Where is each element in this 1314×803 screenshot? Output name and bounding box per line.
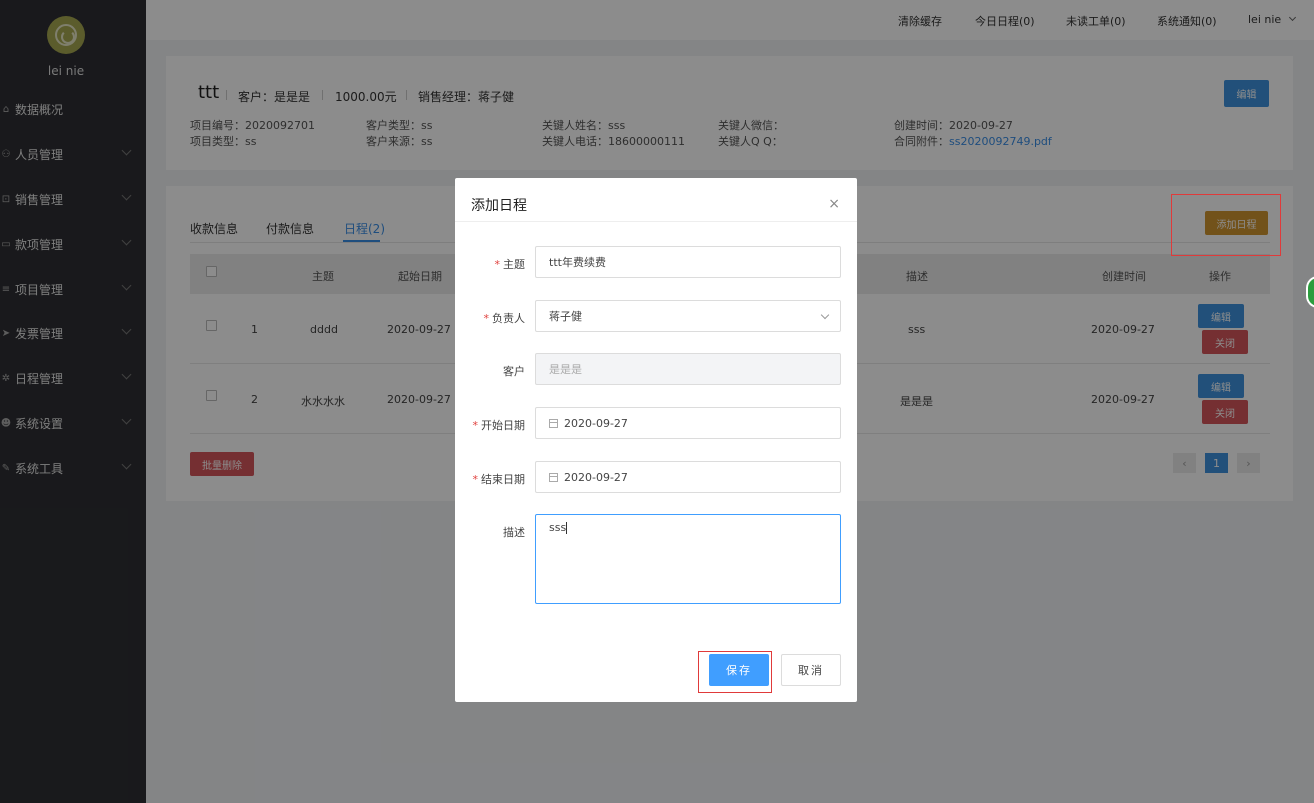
text-cursor [566, 522, 568, 534]
close-icon[interactable]: × [828, 196, 840, 212]
start-date-label-text: 开始日期 [481, 419, 525, 432]
calendar-icon [549, 418, 558, 428]
end-date-value: 2020-09-27 [564, 470, 628, 484]
customer-field: 是是是 [535, 353, 841, 385]
highlight-add-schedule [1171, 194, 1281, 256]
description-label: 描述 [455, 524, 525, 540]
subject-input-value: ttt年费续费 [549, 256, 606, 269]
chevron-down-icon [820, 310, 830, 320]
start-date-label: * 开始日期 [455, 417, 526, 433]
highlight-save-button [698, 651, 772, 693]
end-date-label-text: 结束日期 [481, 473, 525, 486]
owner-label-text: 负责人 [492, 312, 525, 325]
customer-label-text: 客户 [503, 365, 525, 378]
end-date-picker[interactable]: 2020-09-27 [535, 461, 841, 493]
required-mark: * [472, 419, 479, 432]
required-mark: * [472, 473, 479, 486]
dialog-title: 添加日程 [471, 198, 527, 214]
calendar-icon [549, 472, 558, 482]
owner-select-value: 蒋子健 [549, 310, 582, 323]
cancel-button[interactable]: 取消 [781, 654, 841, 686]
add-schedule-dialog: 添加日程 × * 主题 ttt年费续费 * 负责人 蒋子健 客户 是是是 * 开始日期… [455, 178, 857, 702]
owner-select[interactable]: 蒋子健 [535, 300, 841, 332]
start-date-picker[interactable]: 2020-09-27 [535, 407, 841, 439]
description-label-text: 描述 [503, 526, 525, 539]
subject-label: * 主题 [455, 256, 526, 272]
dialog-divider [455, 221, 857, 222]
description-textarea[interactable]: sss [535, 514, 841, 604]
end-date-label: * 结束日期 [455, 471, 526, 487]
customer-label: 客户 [455, 363, 525, 379]
subject-input[interactable]: ttt年费续费 [535, 246, 841, 278]
customer-field-value: 是是是 [549, 363, 582, 376]
required-mark: * [483, 312, 490, 325]
start-date-value: 2020-09-27 [564, 416, 628, 430]
subject-label-text: 主题 [503, 258, 525, 271]
required-mark: * [494, 258, 501, 271]
owner-label: * 负责人 [455, 310, 526, 326]
description-value: sss [549, 521, 567, 534]
